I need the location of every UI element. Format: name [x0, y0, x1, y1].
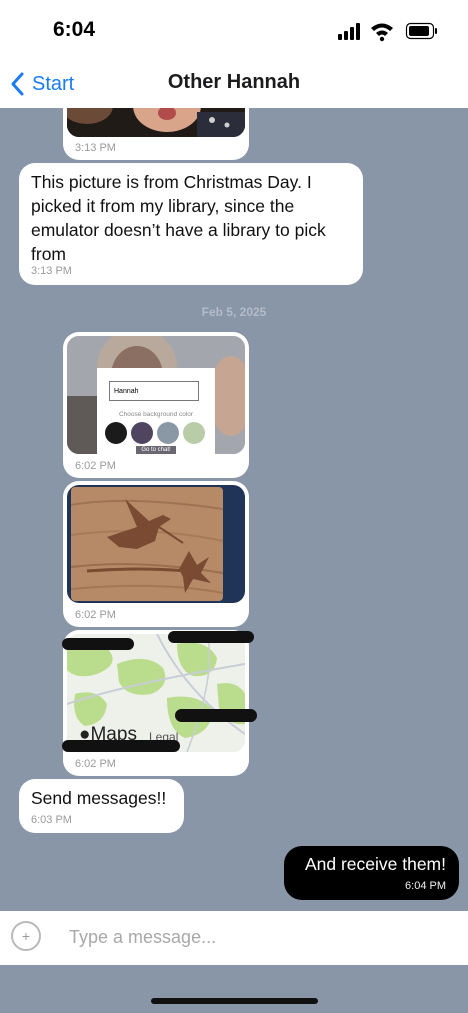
sent-message-time: 6:04 PM [405, 880, 446, 892]
image-message[interactable]: 6:02 PM [63, 481, 249, 627]
color-swatch [183, 422, 205, 444]
sent-message[interactable]: And receive them! 6:04 PM [284, 846, 459, 900]
date-separator: Feb 5, 2025 [201, 305, 267, 319]
message-time: 6:03 PM [31, 814, 72, 826]
status-bar: 6:04 [0, 0, 468, 60]
sent-message-text: And receive them! [304, 854, 446, 874]
embedded-go-button: Go to chat! [136, 446, 176, 454]
color-swatch [131, 422, 153, 444]
map-snapshot[interactable]: ●Maps Legal [67, 634, 245, 752]
map-message[interactable]: ●Maps Legal 6:02 PM [63, 630, 249, 776]
composer-bar: + [0, 911, 468, 965]
message-time: 6:02 PM [75, 758, 116, 770]
redaction-mark [62, 638, 134, 650]
color-swatch [105, 422, 127, 444]
color-swatch [157, 422, 179, 444]
text-message[interactable]: This picture is from Christmas Day. I pi… [19, 163, 363, 285]
message-photo[interactable] [67, 108, 245, 137]
message-photo[interactable] [67, 485, 245, 603]
status-icons [338, 22, 438, 42]
embedded-form: Hannah Choose background color Go to cha… [97, 368, 215, 454]
bottom-area [0, 965, 468, 1013]
message-text: This picture is from Christmas Day. I pi… [31, 172, 326, 264]
message-text: Send messages!! [31, 788, 167, 808]
image-message[interactable]: Hannah Choose background color Go to cha… [63, 332, 249, 478]
cellular-signal-icon [338, 23, 360, 40]
message-time: 3:13 PM [31, 265, 72, 277]
home-indicator[interactable] [151, 998, 318, 1004]
embedded-name-field: Hannah [109, 381, 199, 401]
redaction-mark [62, 740, 180, 752]
plus-icon: + [21, 928, 31, 944]
message-photo[interactable]: Hannah Choose background color Go to cha… [67, 336, 245, 454]
message-time: 6:02 PM [75, 609, 116, 621]
nav-bar: Start Other Hannah [0, 60, 468, 108]
conversation-title: Other Hannah [167, 71, 301, 93]
text-message[interactable]: Send messages!! 6:03 PM [19, 779, 184, 833]
add-attachment-button[interactable]: + [11, 921, 41, 951]
message-input[interactable] [67, 921, 451, 953]
redaction-mark [175, 709, 257, 722]
embedded-swatches [105, 422, 209, 444]
status-time: 6:04 [53, 18, 96, 41]
wifi-icon [371, 23, 393, 42]
embedded-prompt: Choose background color [118, 411, 194, 418]
chat-area[interactable]: 3:13 PM This picture is from Christmas D… [0, 108, 468, 911]
message-time: 6:02 PM [75, 460, 116, 472]
battery-icon [405, 22, 437, 40]
redaction-mark [168, 631, 254, 643]
message-time: 3:13 PM [75, 142, 116, 154]
image-message[interactable]: 3:13 PM [63, 108, 249, 160]
